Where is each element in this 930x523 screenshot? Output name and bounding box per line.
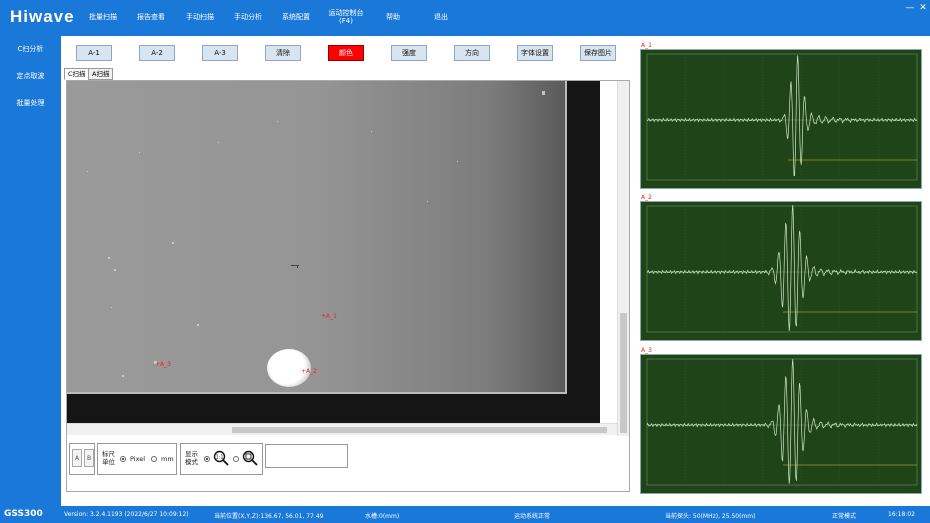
vertical-scrollbar[interactable] <box>617 81 629 436</box>
c-scan-viewport: +A_1 +A_2 +A_3 A B 标尺 单位 Pixel mm 显示 模式 … <box>66 80 630 492</box>
product-name: GSS300 <box>4 509 43 519</box>
sidebar-item-batch-process[interactable]: 批量处理 <box>0 98 61 108</box>
save-image-button[interactable]: 保存图片 <box>580 45 616 61</box>
tab-c-scan[interactable]: C扫描 <box>64 68 90 80</box>
a2-button[interactable]: A-2 <box>139 45 175 61</box>
sidebar-item-point-wave[interactable]: 定点取波 <box>0 71 61 81</box>
marker-a1: +A_1 <box>321 313 337 320</box>
a-scan-title-1: A_1 <box>641 42 652 49</box>
mm-radio[interactable] <box>151 456 157 462</box>
menu-manual-scan[interactable]: 手动扫描 <box>185 13 215 21</box>
clear-button[interactable]: 清除 <box>265 45 301 61</box>
font-settings-button[interactable]: 字体设置 <box>517 45 553 61</box>
a-scan-plot-1[interactable] <box>640 49 922 189</box>
zoom-1to1-radio[interactable] <box>204 456 210 462</box>
a-scan-panel-2: A_2 <box>640 194 924 341</box>
b-toggle-button[interactable]: B <box>84 449 94 467</box>
minimize-button[interactable]: — <box>904 3 916 13</box>
info-box <box>265 444 348 468</box>
close-button[interactable]: ✕ <box>917 3 929 13</box>
motion-status-text: 运动系统正常 <box>514 513 551 520</box>
mm-label: mm <box>161 455 174 463</box>
menu-batch-scan[interactable]: 批量扫描 <box>88 13 118 21</box>
a-scan-plot-2[interactable] <box>640 201 922 341</box>
pixel-label: Pixel <box>130 455 146 463</box>
ab-toggle-group: A B <box>69 443 95 475</box>
menu-motion-console[interactable]: 运动控制台 (F4) <box>325 9 367 25</box>
probe-text: 当前探头: 50(MHz), 25.50(mm) <box>665 513 756 520</box>
menu-system-config[interactable]: 系统配置 <box>281 13 311 21</box>
menu-exit[interactable]: 退出 <box>430 13 452 21</box>
horizontal-scrollbar[interactable] <box>67 423 617 435</box>
app-logo: Hiwave <box>10 7 75 26</box>
zoom-1to1-icon[interactable]: 1:1 <box>213 450 229 470</box>
a-scan-waveform-1 <box>646 53 918 181</box>
zoom-fit-icon[interactable] <box>242 450 258 470</box>
main-content: A-1 A-2 A-3 清除 颜色 强度 方向 字体设置 保存图片 C扫描 A扫… <box>61 36 930 506</box>
a-scan-title-2: A_2 <box>641 194 652 201</box>
status-bar: GSS300 Version: 3.2.4.1193 (2022/6/27 10… <box>0 506 930 523</box>
a-scan-waveform-2 <box>646 204 918 333</box>
marker-a3: +A_3 <box>155 361 171 368</box>
plate-speckles <box>87 91 545 377</box>
svg-text:1:1: 1:1 <box>215 455 223 461</box>
color-button[interactable]: 颜色 <box>328 45 364 61</box>
title-bar: Hiwave 批量扫描 报告查看 手动扫描 手动分析 系统配置 运动控制台 (F… <box>0 0 930 36</box>
zoom-fit-radio[interactable] <box>233 456 239 462</box>
a-scan-plot-3[interactable] <box>640 354 922 494</box>
ruler-unit-label: 标尺 单位 <box>102 450 115 466</box>
intensity-button[interactable]: 强度 <box>391 45 427 61</box>
sidebar: C扫分析 定点取波 批量处理 <box>0 36 61 506</box>
scanned-plate: +A_1 +A_2 +A_3 <box>67 81 567 394</box>
position-text: 当前位置(X,Y,Z):136.67, 56.01, 77.49 <box>214 513 324 520</box>
mode-text: 正常模式 <box>832 513 857 520</box>
sidebar-item-c-scan-analysis[interactable]: C扫分析 <box>0 44 61 54</box>
c-scan-image[interactable]: +A_1 +A_2 +A_3 <box>67 81 600 423</box>
a-toggle-button[interactable]: A <box>72 449 82 467</box>
display-mode-label: 显示 模式 <box>185 450 198 466</box>
ruler-unit-group: 标尺 单位 Pixel mm <box>97 443 177 475</box>
version-text: Version: 3.2.4.1193 (2022/6/27 10:09:12) <box>64 511 189 518</box>
tab-a-scan[interactable]: A扫描 <box>88 68 114 80</box>
a1-button[interactable]: A-1 <box>76 45 112 61</box>
menu-help[interactable]: 帮助 <box>382 13 404 21</box>
pixel-radio[interactable] <box>120 456 126 462</box>
a3-button[interactable]: A-3 <box>202 45 238 61</box>
a-scan-panel-1: A_1 <box>640 42 924 189</box>
horizontal-scroll-thumb[interactable] <box>232 427 607 433</box>
menu-manual-analysis[interactable]: 手动分析 <box>233 13 263 21</box>
water-text: 水槽:0(mm) <box>365 513 400 520</box>
marker-a2: +A_2 <box>301 368 317 375</box>
vertical-scroll-thumb[interactable] <box>620 313 627 433</box>
menu-report-view[interactable]: 报告查看 <box>136 13 166 21</box>
a-scan-title-3: A_3 <box>641 347 652 354</box>
a-scan-panel-3: A_3 <box>640 347 924 494</box>
display-mode-group: 显示 模式 1:1 <box>180 443 263 475</box>
direction-button[interactable]: 方向 <box>454 45 490 61</box>
time-text: 16:18:02 <box>888 511 915 518</box>
a-scan-waveform-3 <box>646 358 918 486</box>
